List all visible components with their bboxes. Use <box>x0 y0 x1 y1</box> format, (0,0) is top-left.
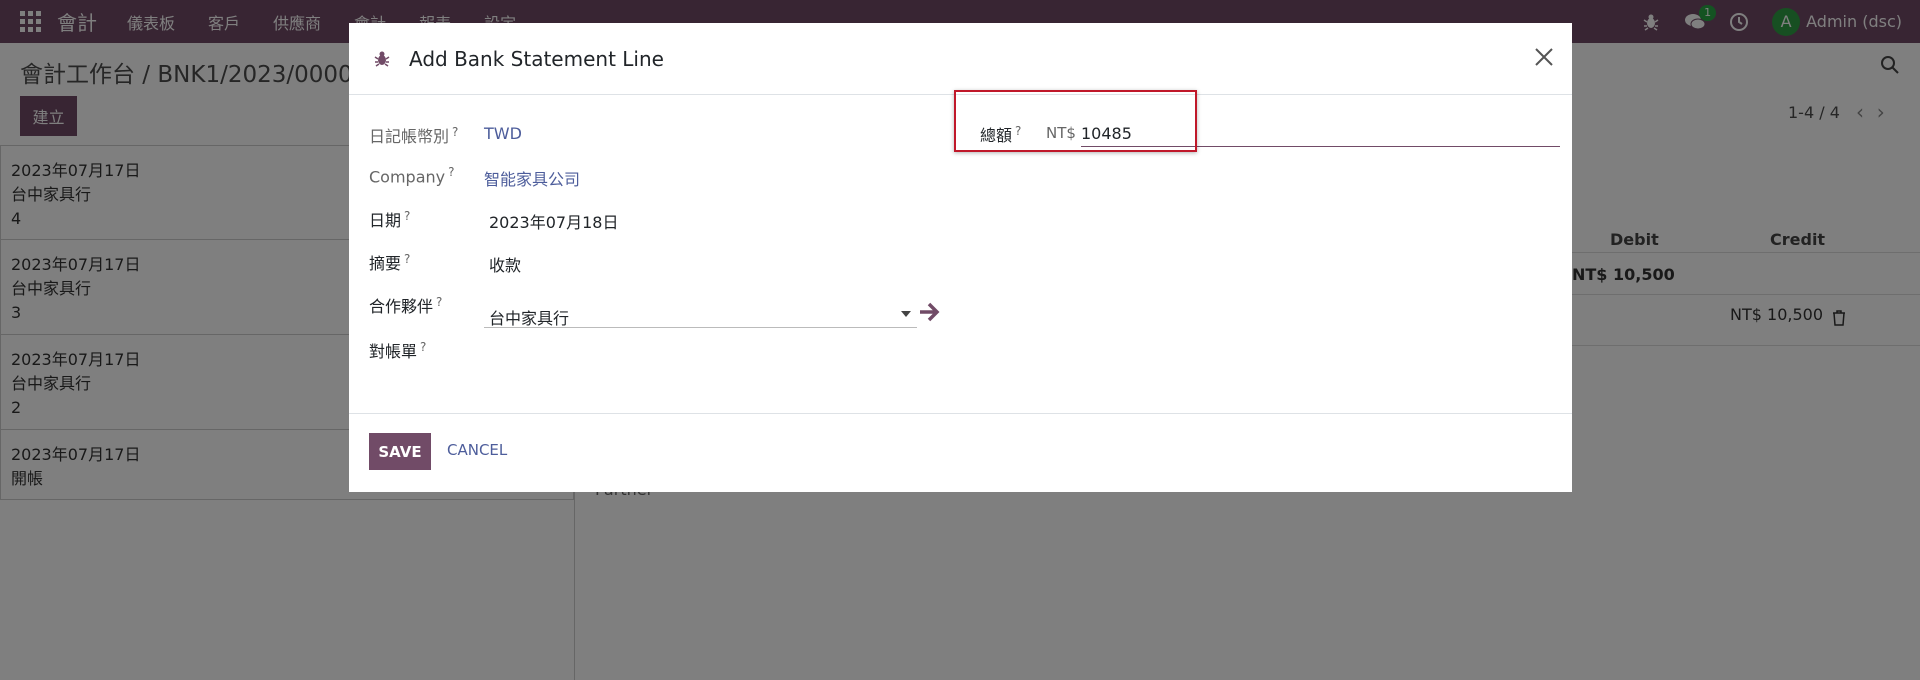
date-field[interactable]: 2023年07月18日 <box>489 209 618 233</box>
date-label: 日期? <box>369 208 411 230</box>
cancel-button[interactable]: CANCEL <box>447 441 507 459</box>
company-label: Company? <box>369 165 455 187</box>
modal-body: 日記帳幣別? TWD Company? 智能家具公司 日期? 2023年07月1… <box>349 90 1572 413</box>
close-icon[interactable] <box>1534 47 1554 67</box>
caret-down-icon[interactable] <box>901 311 911 317</box>
journal-currency-label: 日記帳幣別? <box>369 124 459 146</box>
memo-label: 摘要? <box>369 251 411 273</box>
journal-currency-value[interactable]: TWD <box>484 124 522 143</box>
partner-select[interactable]: 台中家具行 <box>484 302 917 328</box>
add-bank-statement-line-dialog: Add Bank Statement Line 日記帳幣別? TWD Compa… <box>349 23 1572 492</box>
modal-title: Add Bank Statement Line <box>409 47 664 71</box>
reconcile-label: 對帳單? <box>369 339 427 361</box>
highlight-box <box>954 90 1197 152</box>
arrow-right-icon[interactable] <box>917 300 941 324</box>
bug-icon <box>374 51 390 67</box>
company-value[interactable]: 智能家具公司 <box>484 166 580 190</box>
memo-field[interactable]: 收款 <box>489 252 521 276</box>
modal-footer: SAVE CANCEL <box>349 413 1572 492</box>
save-button[interactable]: SAVE <box>369 433 431 470</box>
partner-label: 合作夥伴? <box>369 294 443 316</box>
partner-value: 台中家具行 <box>489 309 570 328</box>
modal-header: Add Bank Statement Line <box>349 23 1572 95</box>
